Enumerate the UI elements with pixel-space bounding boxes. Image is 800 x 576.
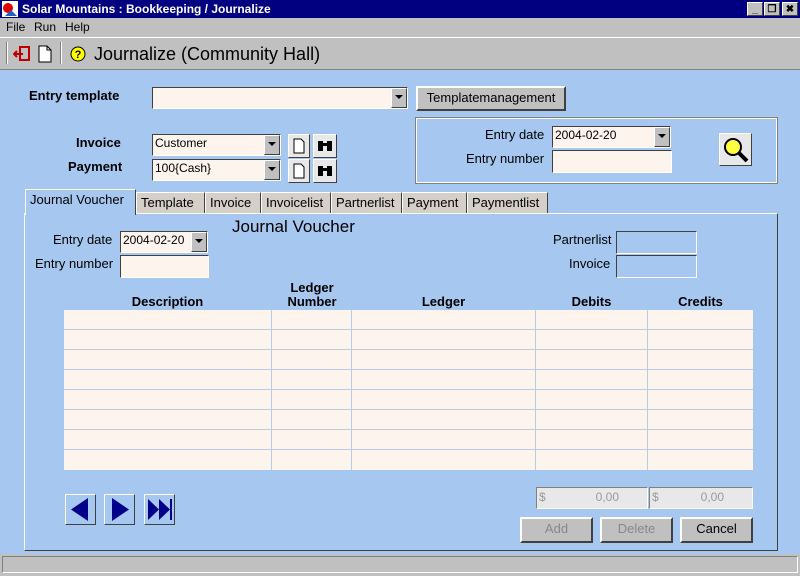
tab-paymentlist[interactable]: Paymentlist	[467, 192, 548, 214]
delete-button[interactable]: Delete	[600, 517, 673, 543]
invoice-new-button[interactable]	[288, 134, 310, 158]
column-header-debits: Debits	[571, 294, 612, 309]
binoculars-icon	[318, 166, 332, 176]
cancel-button[interactable]: Cancel	[680, 517, 753, 543]
title-bar: Solar Mountains : Bookkeeping / Journali…	[0, 0, 800, 18]
menu-help[interactable]: Help	[65, 20, 90, 34]
chevron-down-icon[interactable]	[391, 88, 407, 108]
new-document-icon	[293, 138, 305, 154]
tab-journal-voucher[interactable]: Journal Voucher	[25, 189, 136, 215]
next-record-button[interactable]	[104, 494, 135, 525]
help-icon[interactable]: ?	[70, 46, 86, 62]
menu-bar: File Run Help	[0, 18, 800, 37]
voucher-heading: Journal Voucher	[232, 217, 355, 236]
voucher-entry-date-picker[interactable]: 2004-02-20	[120, 231, 208, 253]
close-button[interactable]: ✖	[782, 2, 798, 16]
toolbar-separator	[60, 42, 62, 64]
tab-invoicelist[interactable]: Invoicelist	[261, 192, 331, 214]
menu-file[interactable]: File	[6, 20, 25, 34]
journal-lines-table[interactable]	[64, 310, 753, 470]
invoice-label: Invoice	[76, 135, 121, 150]
maximize-button[interactable]: ❐	[764, 2, 780, 16]
voucher-invoice-label: Invoice	[569, 256, 611, 271]
status-field	[2, 556, 798, 573]
add-button[interactable]: Add	[520, 517, 593, 543]
partnerlist-field	[616, 231, 697, 254]
tab-invoice[interactable]: Invoice	[205, 192, 261, 214]
tab-partnerlist[interactable]: Partnerlist	[331, 192, 402, 214]
total-debits-field: $ 0,00	[536, 487, 648, 509]
entry-date-picker[interactable]: 2004-02-20	[552, 126, 671, 148]
chevron-down-icon[interactable]	[654, 127, 670, 147]
last-record-button[interactable]	[144, 494, 175, 525]
entry-number-input[interactable]	[552, 150, 672, 173]
invoice-type-select[interactable]: Customer	[152, 134, 281, 156]
toolbar-separator	[6, 42, 8, 64]
payment-search-button[interactable]	[313, 159, 337, 183]
payment-account-select[interactable]: 100{Cash}	[152, 159, 281, 181]
menu-run[interactable]: Run	[34, 20, 56, 34]
page-title: Journalize (Community Hall)	[94, 44, 321, 64]
new-document-icon	[293, 163, 305, 179]
search-entry-button[interactable]	[719, 133, 752, 166]
column-header-ledger: Ledger	[421, 294, 466, 309]
app-icon	[2, 1, 18, 17]
column-header-credits: Credits	[678, 294, 723, 309]
column-header-ledger-number: Ledger Number	[287, 280, 337, 309]
arrow-right-icon	[112, 498, 129, 521]
new-document-icon[interactable]	[38, 45, 52, 63]
binoculars-icon	[318, 141, 332, 151]
column-header-description: Description	[131, 294, 204, 309]
entry-date-label: Entry date	[485, 127, 545, 142]
total-credits-field: $ 0,00	[649, 487, 753, 509]
status-bar	[0, 554, 800, 576]
window-title: Solar Mountains : Bookkeeping / Journali…	[22, 2, 271, 16]
voucher-invoice-field	[616, 255, 697, 278]
magnifier-icon	[724, 138, 749, 163]
minimize-button[interactable]: _	[747, 2, 763, 16]
tab-template[interactable]: Template	[136, 192, 205, 214]
chevron-down-icon[interactable]	[264, 160, 280, 180]
voucher-entry-number-input[interactable]	[120, 255, 209, 278]
arrow-left-icon	[71, 498, 88, 521]
partnerlist-label: Partnerlist	[553, 232, 612, 247]
toolbar: ? Journalize (Community Hall)	[0, 37, 800, 70]
entry-template-label: Entry template	[29, 88, 120, 103]
tab-payment[interactable]: Payment	[402, 192, 467, 214]
payment-new-button[interactable]	[288, 159, 310, 183]
entry-template-select[interactable]	[152, 87, 408, 109]
voucher-entry-date-label: Entry date	[53, 232, 113, 247]
fast-forward-icon	[148, 499, 172, 520]
exit-icon[interactable]	[13, 45, 31, 63]
payment-label: Payment	[68, 159, 123, 174]
chevron-down-icon[interactable]	[264, 135, 280, 155]
svg-text:?: ?	[75, 49, 82, 61]
invoice-search-button[interactable]	[313, 134, 337, 158]
previous-record-button[interactable]	[65, 494, 96, 525]
entry-number-label: Entry number	[466, 151, 545, 166]
chevron-down-icon[interactable]	[191, 232, 207, 252]
template-management-button[interactable]: Templatemanagement	[416, 86, 566, 111]
voucher-entry-number-label: Entry number	[35, 256, 114, 271]
